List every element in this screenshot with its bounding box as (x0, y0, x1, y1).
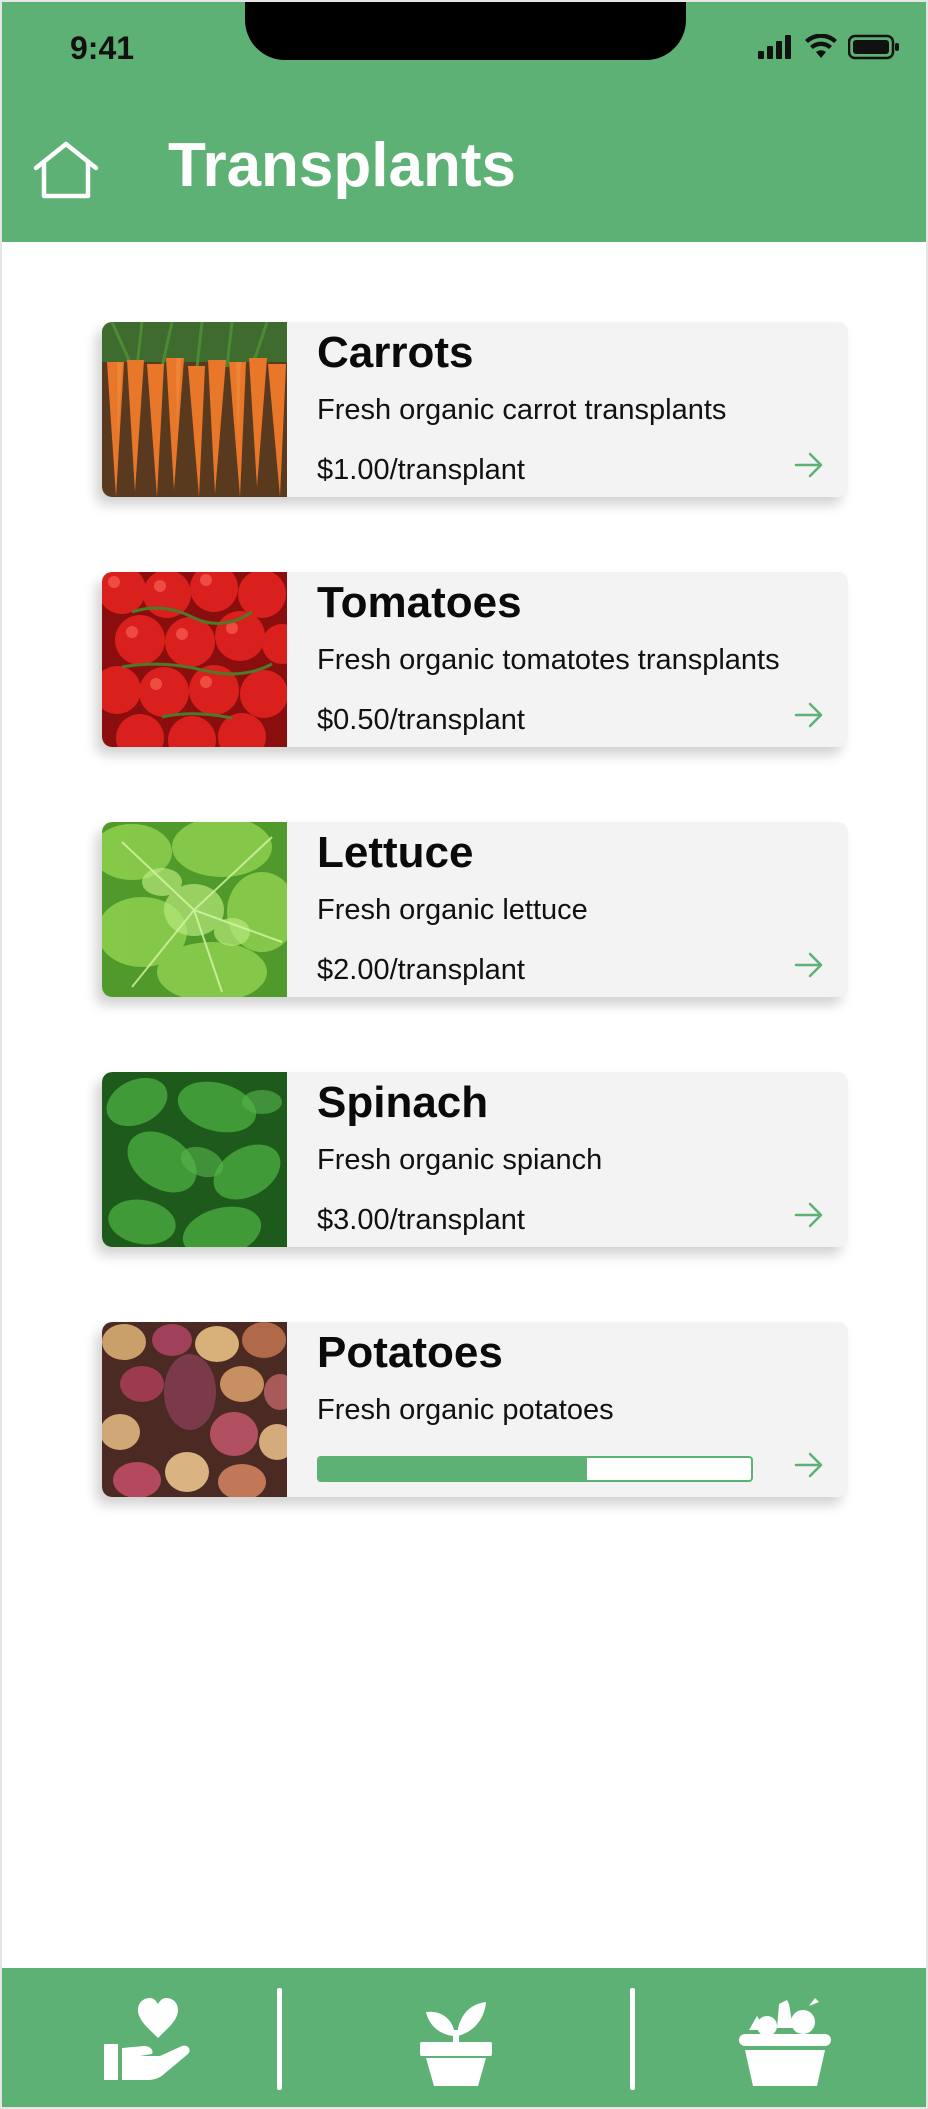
product-description: Fresh organic potatoes (317, 1394, 614, 1426)
nav-divider (277, 1988, 282, 2090)
lettuce-image (102, 822, 287, 997)
product-card-tomatoes[interactable]: Tomatoes Fresh organic tomatotes transpl… (102, 572, 848, 747)
carrots-image (102, 322, 287, 497)
potatoes-image (102, 1322, 287, 1497)
product-description: Fresh organic carrot transplants (317, 394, 727, 426)
device-notch (245, 2, 686, 60)
product-name: Lettuce (317, 828, 474, 877)
arrow-right-icon[interactable] (794, 1202, 824, 1228)
product-name: Potatoes (317, 1328, 503, 1377)
status-time: 9:41 (70, 30, 135, 66)
app-screen: 9:41 Transplants Carrots Fresh organic c… (0, 0, 928, 2109)
arrow-right-icon[interactable] (794, 452, 824, 478)
wifi-icon (805, 34, 837, 58)
home-button[interactable] (32, 140, 100, 200)
spinach-image (102, 1072, 287, 1247)
product-price: $1.00/transplant (317, 454, 525, 486)
signal-icon (758, 35, 791, 59)
app-header: 9:41 Transplants (2, 2, 926, 242)
house-outline-icon (33, 141, 99, 199)
nav-basket-button[interactable] (735, 1990, 835, 2090)
product-card-spinach[interactable]: Spinach Fresh organic spianch $3.00/tran… (102, 1072, 848, 1247)
product-card-lettuce[interactable]: Lettuce Fresh organic lettuce $2.00/tran… (102, 822, 848, 997)
product-card-carrots[interactable]: Carrots Fresh organic carrot transplants… (102, 322, 848, 497)
progress-fill (319, 1458, 587, 1480)
product-price: $3.00/transplant (317, 1204, 525, 1236)
bottom-nav (2, 1968, 926, 2107)
product-name: Carrots (317, 328, 474, 377)
loading-progress-bar (317, 1456, 753, 1482)
product-card-potatoes[interactable]: Potatoes Fresh organic potatoes (102, 1322, 848, 1497)
product-name: Tomatoes (317, 578, 522, 627)
potted-plant-icon (420, 2002, 492, 2086)
tomatoes-image (102, 572, 287, 747)
product-description: Fresh organic spianch (317, 1144, 603, 1176)
nav-divider (630, 1988, 635, 2090)
product-name: Spinach (317, 1078, 489, 1127)
battery-icon (848, 34, 899, 60)
nav-plants-button[interactable] (406, 1990, 506, 2090)
arrow-right-icon[interactable] (794, 702, 824, 728)
product-description: Fresh organic tomatotes transplants (317, 644, 780, 676)
product-price: $2.00/transplant (317, 954, 525, 986)
page-title: Transplants (168, 131, 516, 200)
hand-heart-icon (104, 1998, 190, 2080)
arrow-right-icon[interactable] (794, 952, 824, 978)
nav-donate-button[interactable] (98, 1990, 198, 2090)
product-price: $0.50/transplant (317, 704, 525, 736)
arrow-right-icon[interactable] (794, 1452, 824, 1478)
vegetable-basket-icon (739, 1998, 831, 2086)
status-icons (758, 34, 900, 60)
product-description: Fresh organic lettuce (317, 894, 588, 926)
